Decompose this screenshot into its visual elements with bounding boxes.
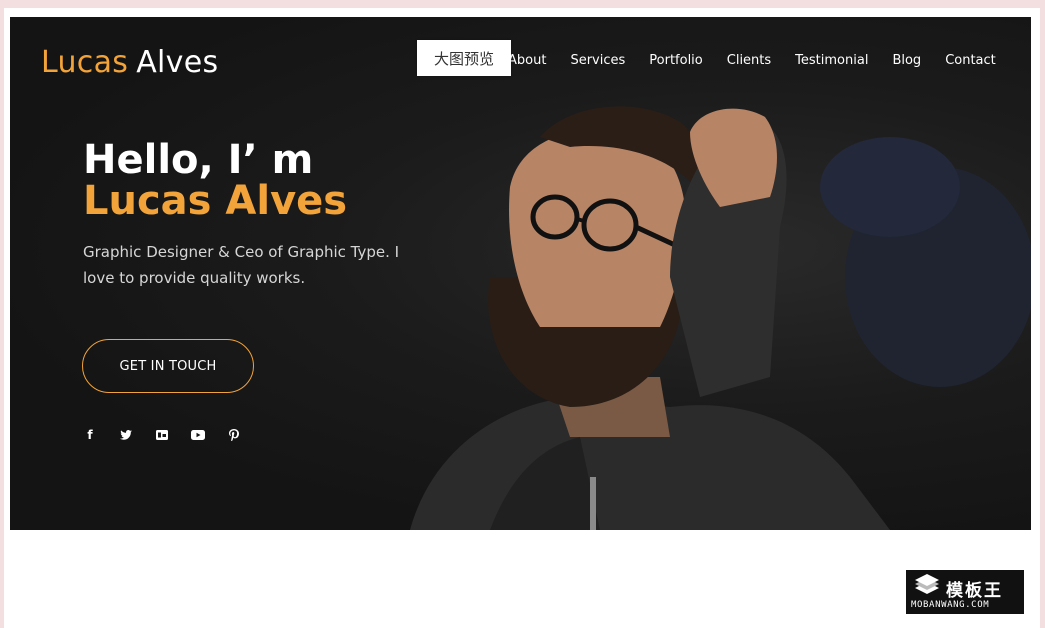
youtube-icon[interactable] (190, 427, 206, 443)
logo-last-name: Alves (136, 45, 219, 80)
hero-description: Graphic Designer & Ceo of Graphic Type. … (83, 243, 400, 287)
nav-blog[interactable]: Blog (892, 53, 921, 68)
hero-section: Lucas Alves About Services Portfolio Clie… (10, 17, 1031, 530)
nav-about[interactable]: About (508, 53, 546, 68)
facebook-icon[interactable]: f (82, 427, 98, 443)
hero-name: Lucas Alves (83, 178, 348, 224)
behance-icon[interactable] (154, 427, 170, 443)
nav-testimonial[interactable]: Testimonial (795, 53, 868, 68)
book-stack-icon (915, 574, 939, 594)
below-hero-area (10, 530, 1031, 620)
preview-badge[interactable]: 大图预览 (417, 40, 511, 76)
nav-clients[interactable]: Clients (727, 53, 771, 68)
get-in-touch-button[interactable]: GET IN TOUCH (82, 339, 254, 393)
nav-portfolio[interactable]: Portfolio (649, 53, 702, 68)
nav-services[interactable]: Services (570, 53, 625, 68)
main-nav: About Services Portfolio Clients Testimo… (508, 53, 1020, 68)
watermark-url: MOBANWANG.COM (911, 600, 990, 610)
watermark-title: 模板王 (946, 581, 1003, 601)
nav-contact[interactable]: Contact (945, 53, 996, 68)
logo-first-name: Lucas (41, 45, 129, 80)
site-logo[interactable]: Lucas Alves (41, 45, 218, 80)
twitter-icon[interactable] (118, 427, 134, 443)
pinterest-icon[interactable] (226, 427, 242, 443)
watermark-logo: 模板王 MOBANWANG.COM (906, 570, 1024, 614)
social-links: f (82, 427, 242, 443)
hero-portrait-image (410, 106, 1031, 530)
hero-greeting: Hello, I’ m (83, 137, 314, 183)
